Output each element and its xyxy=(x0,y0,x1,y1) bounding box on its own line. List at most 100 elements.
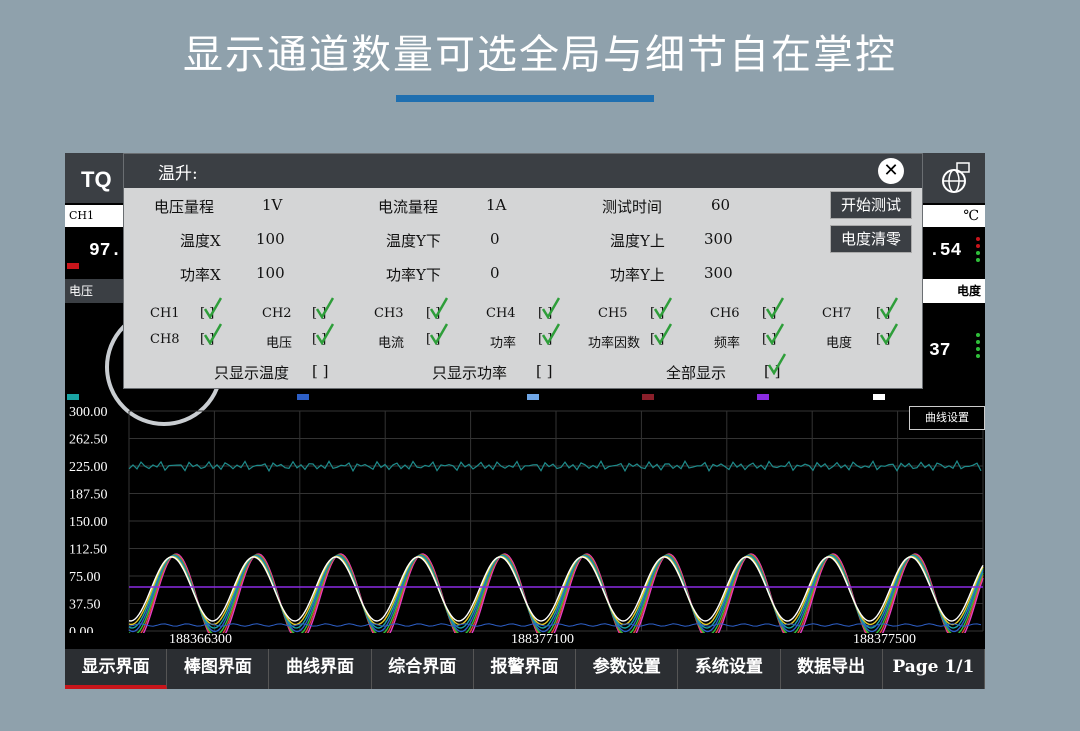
channel-checkbox-7[interactable]: [ ] xyxy=(200,323,222,347)
nav-tab-5[interactable]: 参数设置 xyxy=(576,649,679,689)
channel-checkbox-2[interactable]: [ ] xyxy=(426,297,448,321)
clear-energy-button[interactable]: 电度清零 xyxy=(830,225,912,253)
current-range-label: 电流量程 xyxy=(378,198,439,216)
channel-checkbox-4[interactable]: [ ] xyxy=(650,297,672,321)
check-icon xyxy=(880,323,898,345)
temp-y-low-label: 温度Y下 xyxy=(386,232,441,250)
check-icon xyxy=(654,323,672,345)
only-temp-checkbox[interactable]: [ ] xyxy=(312,362,328,380)
channel-label-13: 电度 xyxy=(826,336,853,351)
check-icon xyxy=(766,297,784,319)
nav-tab-6[interactable]: 系统设置 xyxy=(678,649,781,689)
x-tick-label: 188377500 xyxy=(853,632,916,647)
channel-checkbox-3[interactable]: [ ] xyxy=(538,297,560,321)
dialog-title: 温升: xyxy=(158,164,198,184)
channel-checkbox-8[interactable]: [ ] xyxy=(312,323,334,347)
check-icon xyxy=(654,297,672,319)
channel-label-3: CH4 xyxy=(486,306,516,321)
trend-chart: 300.00 262.50 225.00 187.50 150.00 112.50 75.0… xyxy=(69,405,984,633)
nav-tab-2[interactable]: 曲线界面 xyxy=(269,649,372,689)
voltage-range-label: 电压量程 xyxy=(154,198,215,216)
channel-checkbox-13[interactable]: [ ] xyxy=(876,323,898,347)
check-icon xyxy=(316,297,334,319)
y-tick-label: 75.00 xyxy=(69,570,101,585)
left-label: 电压 xyxy=(65,279,123,303)
nav-tab-8[interactable]: Page 1/1 xyxy=(883,649,985,689)
channel-label-1: CH2 xyxy=(262,306,292,321)
y-tick-label: 0.00 xyxy=(69,625,94,633)
left-value: 97. xyxy=(89,241,122,261)
test-time-label: 测试时间 xyxy=(602,198,663,216)
headline-underline xyxy=(396,95,654,102)
close-icon[interactable]: ✕ xyxy=(878,158,904,184)
temp-y-high-value[interactable]: 300 xyxy=(704,230,733,248)
nav-tab-0[interactable]: 显示界面 xyxy=(65,649,168,689)
channel-label-5: CH6 xyxy=(710,306,740,321)
channel-label-7: CH8 xyxy=(150,332,180,347)
globe-icon[interactable] xyxy=(941,161,971,195)
right-value: .54 xyxy=(929,241,962,261)
left-alarm-mark xyxy=(67,263,79,269)
dialog-header: 温升: ✕ xyxy=(124,154,922,188)
check-icon xyxy=(430,297,448,319)
curve-settings-button[interactable]: 曲线设置 xyxy=(909,406,985,430)
nav-tab-7[interactable]: 数据导出 xyxy=(781,649,883,689)
check-icon xyxy=(766,323,784,345)
y-tick-label: 112.50 xyxy=(69,543,107,558)
power-y-high-value[interactable]: 300 xyxy=(704,264,733,282)
unit-label: ℃ xyxy=(923,205,985,227)
temp-x-value[interactable]: 100 xyxy=(256,230,285,248)
nav-tab-4[interactable]: 报警界面 xyxy=(474,649,577,689)
check-icon xyxy=(542,323,560,345)
power-x-value[interactable]: 100 xyxy=(256,264,285,282)
y-tick-label: 225.00 xyxy=(69,460,108,475)
start-test-button[interactable]: 开始测试 xyxy=(830,191,912,219)
nav-tab-1[interactable]: 棒图界面 xyxy=(167,649,270,689)
y-tick-label: 150.00 xyxy=(69,515,108,530)
channel-checkbox-1[interactable]: [ ] xyxy=(312,297,334,321)
temperature-rise-dialog: 温升: ✕ 电压量程 1V 电流量程 1A 测试时间 60 开始测试 温度X 1… xyxy=(123,153,923,389)
y-tick-label: 187.50 xyxy=(69,488,108,503)
only-power-label: 只显示功率 xyxy=(432,364,508,382)
voltage-range-value[interactable]: 1V xyxy=(262,196,282,214)
temp-y-low-value[interactable]: 0 xyxy=(490,230,500,248)
channel-label-6: CH7 xyxy=(822,306,852,321)
check-icon xyxy=(542,297,560,319)
current-range-value[interactable]: 1A xyxy=(486,196,506,214)
check-icon xyxy=(204,323,222,345)
nav-tab-3[interactable]: 综合界面 xyxy=(372,649,474,689)
power-y-high-label: 功率Y上 xyxy=(610,266,665,284)
channel-checkbox-0[interactable]: [ ] xyxy=(200,297,222,321)
only-temp-label: 只显示温度 xyxy=(214,364,290,382)
temp-x-label: 温度X xyxy=(180,232,221,250)
channel-checkbox-12[interactable]: [ ] xyxy=(762,323,784,347)
check-icon xyxy=(430,323,448,345)
channel-label-8: 电压 xyxy=(266,336,293,351)
channel-label-4: CH5 xyxy=(598,306,628,321)
x-tick-label: 188366300 xyxy=(169,632,232,647)
channel-label-10: 功率 xyxy=(490,336,517,351)
right-label: 电度 xyxy=(923,279,985,303)
right-status-dots xyxy=(976,237,980,265)
x-tick-label: 188377100 xyxy=(511,632,574,647)
channel-label-12: 频率 xyxy=(714,336,741,351)
power-y-low-value[interactable]: 0 xyxy=(490,264,500,282)
channel-label-0: CH1 xyxy=(150,306,180,321)
headline: 显示通道数量可选全局与细节自在掌控 xyxy=(183,32,897,78)
channel-checkbox-9[interactable]: [ ] xyxy=(426,323,448,347)
device-screen: TQ CH1 97. 电压 ℃ .54 电度 37 温升: ✕ 电压量程 1V … xyxy=(65,153,985,689)
channel-checkbox-10[interactable]: [ ] xyxy=(538,323,560,347)
channel-checkbox-6[interactable]: [ ] xyxy=(876,297,898,321)
temp-y-high-label: 温度Y上 xyxy=(610,232,665,250)
power-y-low-label: 功率Y下 xyxy=(386,266,441,284)
channel-checkbox-11[interactable]: [ ] xyxy=(650,323,672,347)
channel-label-9: 电流 xyxy=(378,336,405,351)
show-all-checkbox[interactable]: [ ] xyxy=(764,353,786,380)
check-icon xyxy=(880,297,898,319)
test-time-value[interactable]: 60 xyxy=(711,196,730,214)
only-power-checkbox[interactable]: [ ] xyxy=(536,362,552,380)
y-tick-label: 37.50 xyxy=(69,598,101,613)
bottom-nav: 显示界面 棒图界面 曲线界面 综合界面 报警界面 参数设置 系统设置 数据导出 Page 1/1 xyxy=(65,649,985,689)
channel-checkbox-5[interactable]: [ ] xyxy=(762,297,784,321)
logo: TQ xyxy=(81,167,112,192)
